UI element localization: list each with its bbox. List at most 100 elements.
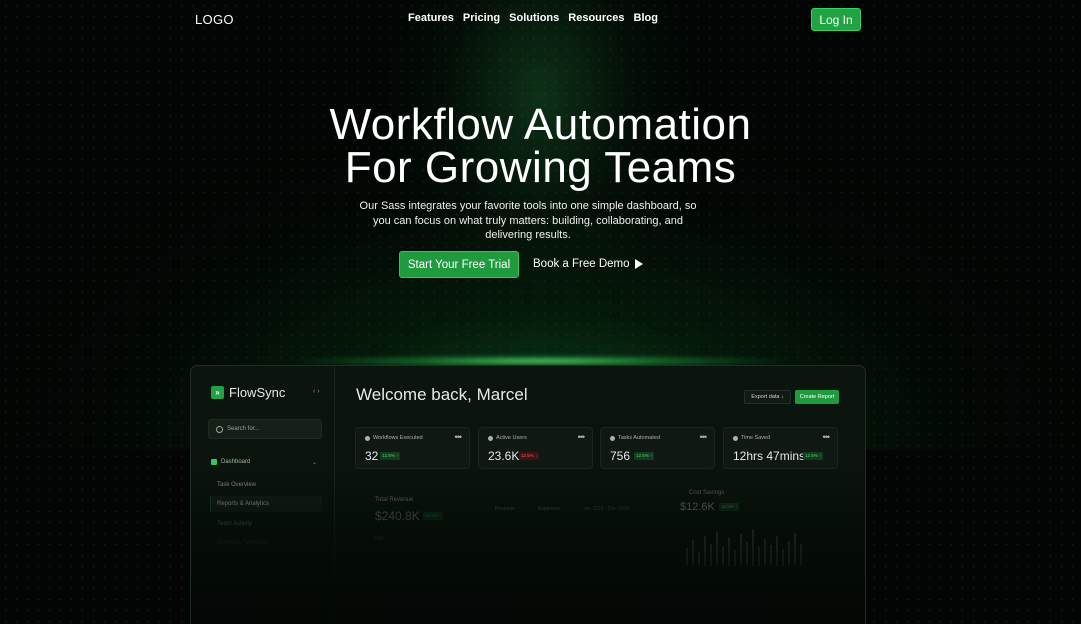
hero-subtitle-line-2: you can focus on what truly matters: bui… bbox=[372, 214, 683, 227]
kpi-value: 12hrs 47mins bbox=[733, 449, 806, 463]
start-free-trial-button[interactable]: Start Your Free Trial bbox=[399, 251, 519, 278]
welcome-heading: Welcome back, Marcel bbox=[356, 385, 528, 404]
kpi-menu-icon[interactable]: ••• bbox=[578, 432, 586, 442]
nav-links: Features Pricing Solutions Resources Blo… bbox=[408, 12, 658, 24]
kpi-label-row: Active Users bbox=[488, 435, 527, 441]
sidebar-item-reports-analytics[interactable]: Reports & Analytics bbox=[217, 501, 269, 507]
spark-bar bbox=[794, 533, 796, 566]
hero-subtitle: Our Sass integrates your favorite tools … bbox=[355, 199, 701, 243]
spark-bar bbox=[722, 546, 724, 566]
nav-link-resources[interactable]: Resources bbox=[568, 12, 624, 24]
nav-link-features[interactable]: Features bbox=[408, 12, 454, 24]
revenue-axis-label: 50K bbox=[375, 536, 384, 542]
gear-icon bbox=[610, 435, 615, 441]
dashboard-preview: » FlowSync ‹ › Search for... Dashboard ⌄… bbox=[190, 365, 866, 624]
book-demo-link[interactable]: Book a Free Demo bbox=[533, 258, 643, 270]
brand-name: FlowSync bbox=[229, 385, 286, 400]
kpi-label: Tasks Automated bbox=[618, 435, 660, 441]
spark-bar bbox=[758, 547, 760, 566]
hero-title: Workflow Automation For Growing Teams bbox=[0, 100, 1081, 192]
kpi-label-row: Tasks Automated bbox=[610, 435, 660, 441]
kpi-card-time-saved: Time Saved ••• 12hrs 47mins 12.5% ↑ bbox=[723, 427, 838, 469]
kpi-label: Active Users bbox=[496, 435, 527, 441]
spark-bar bbox=[752, 530, 754, 566]
kpi-trend-badge: 12.5% ↑ bbox=[803, 452, 824, 460]
kpi-menu-icon[interactable]: ••• bbox=[455, 432, 463, 442]
hero-subtitle-line-3: delivering results. bbox=[485, 229, 571, 241]
spark-bar bbox=[686, 548, 688, 566]
home-icon bbox=[211, 459, 217, 465]
sidebar-item-dashboard[interactable]: Dashboard bbox=[211, 459, 250, 465]
export-data-button[interactable]: Export data ↓ bbox=[744, 390, 791, 404]
spark-bar bbox=[782, 549, 784, 566]
spark-bar bbox=[728, 538, 730, 566]
hero-title-line-2: For Growing Teams bbox=[344, 143, 737, 192]
spark-bar bbox=[704, 536, 706, 566]
date-range-select[interactable]: Jan 2024 - Dec 2024 bbox=[583, 506, 629, 512]
kpi-trend-badge: 12.5% ↑ bbox=[380, 452, 401, 460]
kpi-card-tasks-automated: Tasks Automated ••• 756 12.5% ↑ bbox=[600, 427, 715, 469]
kpi-trend-badge: 12.5% ↓ bbox=[519, 452, 540, 460]
collapse-sidebar-icon[interactable]: ‹ › bbox=[313, 388, 320, 395]
kpi-label: Time Saved bbox=[741, 435, 771, 441]
nav-link-blog[interactable]: Blog bbox=[634, 12, 658, 24]
kpi-card-workflows: Workflows Executed ••• 32 12.5% ↑ bbox=[355, 427, 470, 469]
sidebar-item-task-overview[interactable]: Task Overview bbox=[217, 482, 256, 488]
dashboard-sidebar: » FlowSync ‹ › Search for... Dashboard ⌄… bbox=[191, 366, 335, 624]
sidebar-item-workflow-templates[interactable]: Workflow Templates bbox=[217, 540, 270, 546]
spark-bar bbox=[710, 544, 712, 566]
kpi-trend-badge: 12.5% ↑ bbox=[634, 452, 655, 460]
spark-bar bbox=[788, 541, 790, 566]
revenue-label: Total Revenue bbox=[375, 497, 414, 503]
user-icon bbox=[488, 435, 493, 441]
spark-bar bbox=[698, 552, 700, 566]
flowsync-logo-icon: » bbox=[211, 386, 224, 399]
kpi-card-active-users: Active Users ••• 23.6K 12.5% ↓ bbox=[478, 427, 593, 469]
play-icon bbox=[634, 259, 643, 269]
logo[interactable]: LOGO bbox=[195, 12, 234, 27]
kpi-value: 23.6K bbox=[488, 449, 520, 463]
chevron-down-icon[interactable]: ⌄ bbox=[312, 459, 317, 466]
spark-bar bbox=[800, 544, 802, 566]
spark-bar bbox=[746, 542, 748, 566]
hero-title-line-1: Workflow Automation bbox=[329, 100, 752, 149]
top-nav: LOGO Features Pricing Solutions Resource… bbox=[0, 0, 1081, 40]
legend-expenses: Expenses bbox=[538, 506, 560, 512]
create-report-button[interactable]: Create Report bbox=[795, 390, 839, 404]
brand: » FlowSync bbox=[211, 385, 285, 400]
spark-bar bbox=[764, 539, 766, 566]
kpi-value: 32 bbox=[365, 449, 379, 463]
cost-savings-badge: 12.5% ↑ bbox=[719, 503, 740, 511]
book-demo-label: Book a Free Demo bbox=[533, 258, 630, 270]
revenue-value: $240.8K bbox=[375, 509, 420, 523]
cost-savings-label: Cost Savings bbox=[689, 490, 725, 496]
cost-savings-value: $12.6K bbox=[680, 501, 715, 513]
kpi-value: 756 bbox=[610, 449, 631, 463]
spark-bar bbox=[776, 536, 778, 566]
kpi-label: Workflows Executed bbox=[373, 435, 423, 441]
sidebar-search-input[interactable]: Search for... bbox=[208, 419, 322, 439]
star-icon bbox=[733, 435, 738, 441]
spark-bar bbox=[770, 545, 772, 566]
kpi-menu-icon[interactable]: ••• bbox=[700, 432, 708, 442]
kpi-label-row: Time Saved bbox=[733, 435, 770, 441]
nav-link-solutions[interactable]: Solutions bbox=[509, 12, 559, 24]
eye-icon bbox=[365, 435, 370, 441]
cost-savings-sparkline bbox=[686, 526, 816, 566]
kpi-label-row: Workflows Executed bbox=[365, 435, 423, 441]
revenue-badge: 12.5% ↑ bbox=[423, 512, 444, 520]
spark-bar bbox=[692, 540, 694, 566]
kpi-menu-icon[interactable]: ••• bbox=[823, 432, 831, 442]
sidebar-item-dashboard-label: Dashboard bbox=[221, 459, 251, 465]
spark-bar bbox=[734, 550, 736, 566]
sidebar-item-team-activity[interactable]: Team Activity bbox=[217, 521, 252, 527]
spark-bar bbox=[740, 534, 742, 566]
hero-subtitle-line-1: Our Sass integrates your favorite tools … bbox=[359, 200, 697, 212]
dashboard-main: Welcome back, Marcel Export data ↓ Creat… bbox=[335, 366, 865, 624]
search-icon bbox=[216, 425, 223, 433]
search-placeholder: Search for... bbox=[227, 426, 260, 432]
nav-link-pricing[interactable]: Pricing bbox=[463, 12, 500, 24]
login-button[interactable]: Log In bbox=[811, 8, 861, 31]
spark-bar bbox=[716, 532, 718, 566]
legend-revenue: Revenue bbox=[495, 506, 516, 512]
